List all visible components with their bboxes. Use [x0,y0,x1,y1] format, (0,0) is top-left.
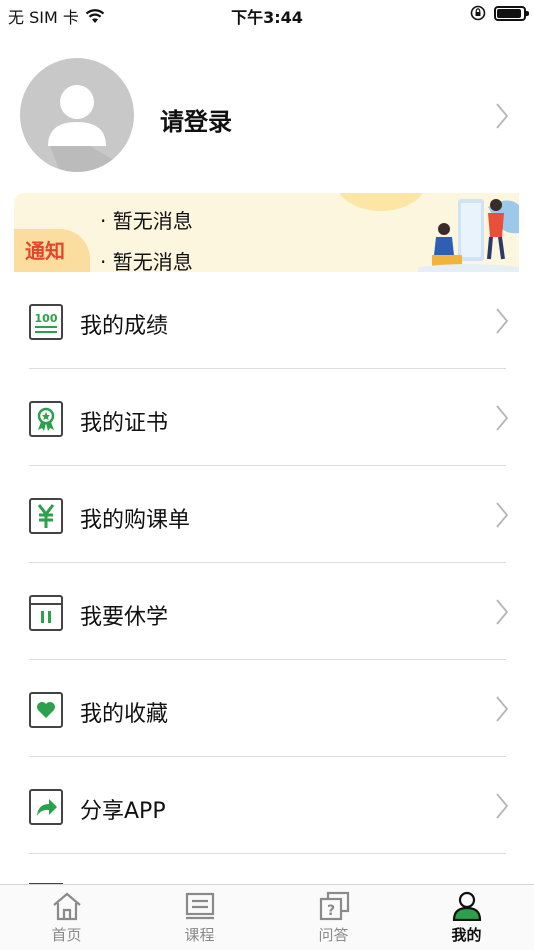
menu-item-my-scores[interactable]: 100 我的成绩 [0,272,534,369]
chevron-right-icon [496,308,509,334]
battery-icon [494,5,529,21]
avatar[interactable] [20,58,134,172]
tab-qa[interactable]: ? 问答 [267,885,400,950]
default-user-icon [48,85,134,172]
tab-mine[interactable]: 我的 [400,885,533,950]
menu-item-label: 我的成绩 [80,314,169,339]
tab-courses[interactable]: 课程 [133,885,266,950]
menu-item-share-app[interactable]: 分享APP [0,757,534,854]
chevron-right-icon [496,599,509,625]
menu-item-label: 我的购课单 [80,508,191,533]
yuan-icon [29,498,63,534]
heart-icon [29,692,63,728]
tab-label: 我的 [451,926,482,944]
menu-item-label: 分享APP [80,799,166,824]
tab-bar: 首页 课程 ? 问答 我的 [0,884,534,950]
notice-illustration [418,199,519,272]
chevron-right-icon [496,405,509,431]
clock: 下午3:44 [231,8,303,27]
tab-label: 首页 [51,926,82,944]
chevron-right-icon [496,793,509,819]
divider [29,853,506,854]
orientation-lock-icon [470,5,486,21]
status-bar: 无 SIM 卡 下午3:44 [0,0,534,30]
menu-item-label: 我要休学 [80,605,169,630]
menu-item-my-favorites[interactable]: 我的收藏 [0,660,534,757]
home-icon [52,892,81,921]
notice-message[interactable]: · 暂无消息 [100,246,193,272]
status-bar-right [470,5,529,21]
tab-label: 课程 [184,926,215,944]
menu-item-label: 我的证书 [80,411,169,436]
notice-banner[interactable]: 通知 · 暂无消息 · 暂无消息 [14,193,519,272]
profile-icon [452,891,481,921]
qa-icon: ? [319,891,349,921]
tab-home[interactable]: 首页 [0,885,133,950]
certificate-icon [29,401,63,437]
svg-text:?: ? [326,903,334,919]
pause-icon [29,595,63,631]
tab-label: 问答 [318,926,349,944]
score-100-icon: 100 [29,304,63,340]
notice-tag: 通知 [25,239,65,263]
course-icon [185,892,214,920]
menu-item-label: 我的收藏 [80,702,169,727]
share-icon [29,789,63,825]
chevron-right-icon [496,103,509,129]
chevron-right-icon [496,502,509,528]
banner-decoration [336,193,426,211]
chevron-right-icon [496,696,509,722]
profile-header[interactable]: 请登录 [0,50,534,180]
svg-text:100: 100 [35,312,58,325]
menu-item-my-course-orders[interactable]: 我的购课单 [0,466,534,563]
menu-item-my-certificates[interactable]: 我的证书 [0,369,534,466]
menu-item-suspend-study[interactable]: 我要休学 [0,563,534,660]
notice-message[interactable]: · 暂无消息 [100,205,193,234]
login-prompt[interactable]: 请登录 [160,102,232,137]
